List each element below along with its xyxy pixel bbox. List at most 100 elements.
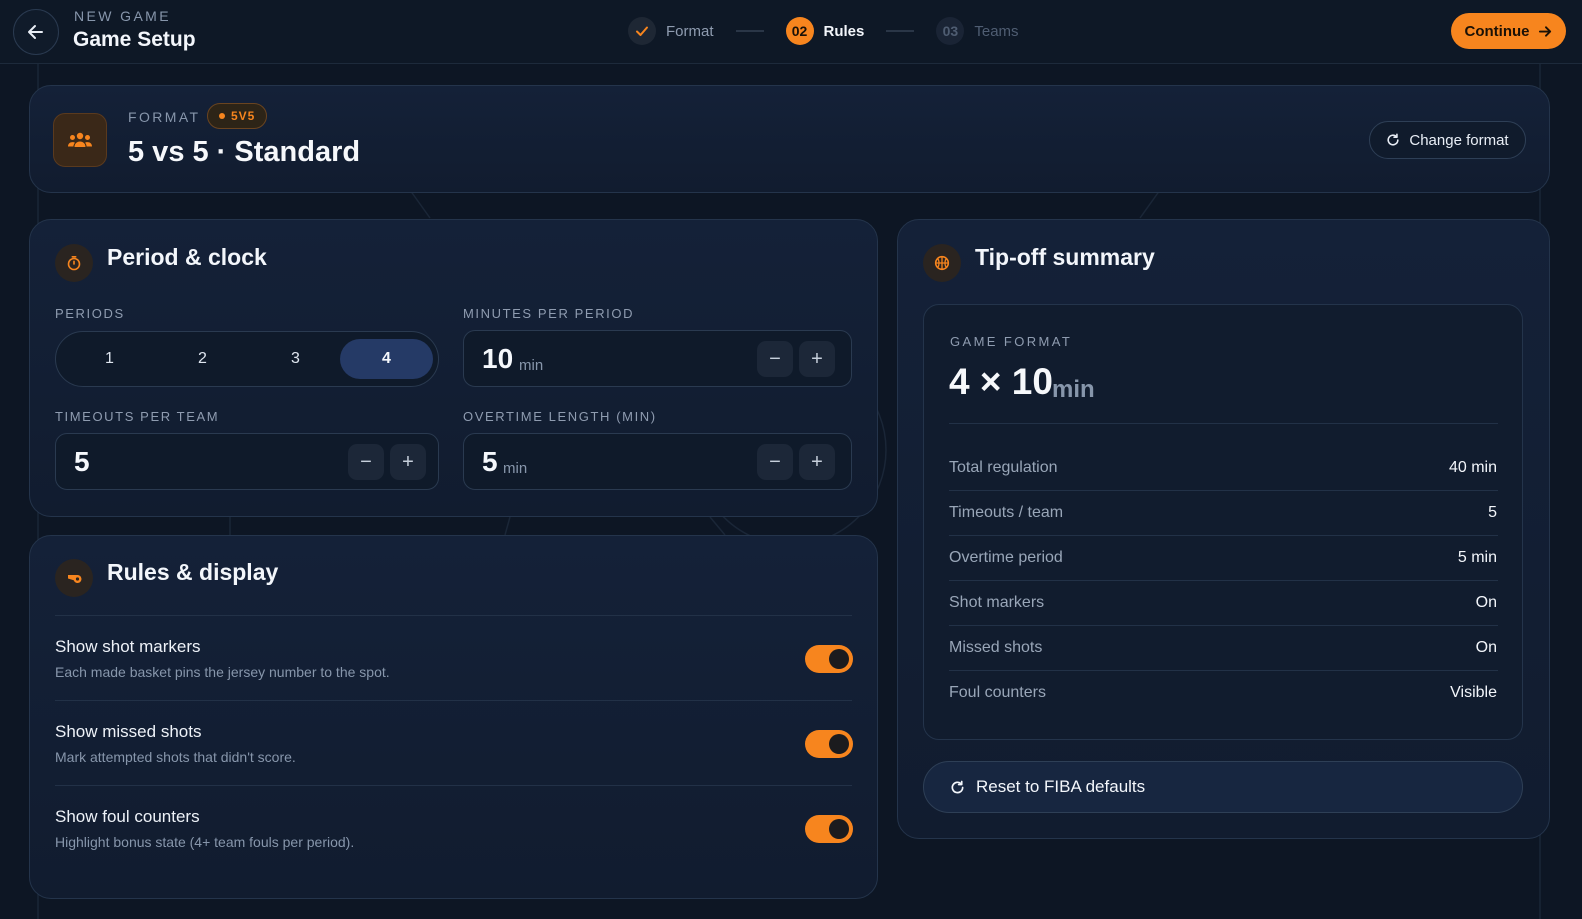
period-option-2[interactable]: 2 — [156, 339, 249, 379]
divider — [949, 535, 1498, 536]
rule-description: Highlight bonus state (4+ team fouls per… — [55, 834, 355, 850]
timeouts-label: TIMEOUTS PER TEAM — [55, 409, 220, 424]
format-title: 5 vs 5 · Standard — [128, 136, 361, 168]
step-connector — [735, 30, 764, 32]
section-title: Rules & display — [107, 559, 279, 585]
divider — [949, 490, 1498, 491]
setup-stepper: Format 02 Rules 03 Teams — [628, 17, 1019, 45]
continue-button[interactable]: Continue — [1451, 13, 1566, 49]
page-title: Game Setup — [73, 28, 196, 51]
divider — [55, 700, 852, 701]
refresh-icon — [1387, 133, 1399, 146]
summary-value: Visible — [1450, 684, 1497, 701]
rule-description: Each made basket pins the jersey number … — [55, 664, 390, 680]
minutes-label: MINUTES PER PERIOD — [463, 306, 635, 321]
top-bar: NEW GAME Game Setup Format 02 Rules 03 T… — [0, 0, 1582, 64]
section-title: Period & clock — [107, 244, 267, 270]
rules-display-card: Rules & display Show shot markers Each m… — [29, 535, 878, 899]
step-number: 02 — [785, 17, 814, 45]
summary-format-value: 4 × 10 — [949, 361, 1053, 402]
basketball-icon — [923, 244, 961, 282]
overtime-stepper: 5 min − + — [463, 433, 852, 490]
summary-panel: GAME FORMAT 4 × 10 min Total regulation … — [923, 304, 1523, 740]
period-clock-card: Period & clock PERIODS 1 2 3 4 MINUTES P… — [29, 219, 878, 517]
missed-shots-toggle[interactable] — [805, 730, 853, 758]
minutes-increment-button[interactable]: + — [799, 341, 835, 377]
change-format-button[interactable]: Change format — [1369, 121, 1526, 159]
divider — [949, 670, 1498, 671]
overtime-label: OVERTIME LENGTH (MIN) — [463, 409, 657, 424]
step-rules[interactable]: 02 Rules — [785, 17, 865, 45]
reset-defaults-button[interactable]: Reset to FIBA defaults — [923, 761, 1523, 813]
summary-value: On — [1475, 639, 1497, 656]
team-icon — [53, 113, 107, 167]
summary-value: 40 min — [1448, 459, 1497, 476]
timeouts-stepper: 5 − + — [55, 433, 439, 490]
rule-title: Show shot markers — [55, 637, 201, 656]
page-eyebrow: NEW GAME — [74, 8, 171, 24]
minutes-unit: min — [519, 357, 544, 374]
rule-title: Show foul counters — [55, 807, 200, 826]
overtime-decrement-button[interactable]: − — [757, 444, 793, 480]
period-option-4[interactable]: 4 — [340, 339, 433, 379]
summary-value: 5 min — [1457, 549, 1497, 566]
arrow-right-icon — [1538, 25, 1551, 37]
reset-label: Reset to FIBA defaults — [976, 777, 1146, 796]
summary-eyebrow: GAME FORMAT — [950, 334, 1073, 349]
step-number: 03 — [936, 17, 965, 45]
foul-counters-toggle[interactable] — [805, 815, 853, 843]
overtime-value[interactable]: 5 — [482, 446, 498, 478]
timeouts-increment-button[interactable]: + — [390, 444, 426, 480]
periods-selector: 1 2 3 4 — [55, 331, 439, 387]
summary-value: On — [1475, 594, 1497, 611]
tipoff-summary-card: Tip-off summary GAME FORMAT 4 × 10 min T… — [897, 219, 1550, 839]
summary-value: 5 — [1488, 504, 1497, 521]
divider — [55, 615, 852, 616]
step-label: Format — [666, 22, 714, 40]
periods-label: PERIODS — [55, 306, 125, 321]
overtime-unit: min — [503, 460, 528, 477]
step-format[interactable]: Format — [628, 17, 714, 45]
back-button[interactable] — [13, 9, 59, 55]
change-format-label: Change format — [1409, 131, 1509, 149]
section-title: Tip-off summary — [975, 244, 1155, 270]
toggle-knob — [829, 819, 849, 839]
check-icon — [628, 17, 656, 45]
divider — [949, 625, 1498, 626]
summary-key: Total regulation — [949, 459, 1058, 476]
continue-label: Continue — [1464, 22, 1530, 40]
divider — [949, 423, 1498, 424]
step-label: Teams — [974, 22, 1019, 40]
summary-key: Overtime period — [949, 549, 1063, 566]
summary-format-unit: min — [1052, 376, 1095, 403]
summary-key: Missed shots — [949, 639, 1043, 656]
dot-icon — [219, 113, 225, 119]
rule-title: Show missed shots — [55, 722, 202, 741]
refresh-icon — [951, 780, 964, 793]
timeouts-decrement-button[interactable]: − — [348, 444, 384, 480]
step-teams[interactable]: 03 Teams — [936, 17, 1019, 45]
step-label: Rules — [823, 22, 865, 40]
summary-key: Shot markers — [949, 594, 1045, 611]
period-option-3[interactable]: 3 — [249, 339, 342, 379]
shot-markers-toggle[interactable] — [805, 645, 853, 673]
arrow-left-icon — [28, 25, 43, 39]
divider — [949, 580, 1498, 581]
step-connector — [886, 30, 915, 32]
timeouts-value[interactable]: 5 — [74, 446, 90, 478]
toggle-knob — [829, 734, 849, 754]
minutes-stepper: 10 min − + — [463, 330, 852, 387]
whistle-icon — [55, 559, 93, 597]
stopwatch-icon — [55, 244, 93, 282]
format-badge: 5V5 — [207, 103, 268, 129]
format-badge-label: 5V5 — [231, 109, 256, 123]
minutes-decrement-button[interactable]: − — [757, 341, 793, 377]
toggle-knob — [829, 649, 849, 669]
format-card: FORMAT 5V5 5 vs 5 · Standard Change form… — [29, 85, 1550, 193]
summary-key: Foul counters — [949, 684, 1046, 701]
minutes-value[interactable]: 10 — [482, 343, 513, 375]
overtime-increment-button[interactable]: + — [799, 444, 835, 480]
summary-key: Timeouts / team — [949, 504, 1064, 521]
period-option-1[interactable]: 1 — [63, 339, 156, 379]
rule-description: Mark attempted shots that didn't score. — [55, 749, 296, 765]
